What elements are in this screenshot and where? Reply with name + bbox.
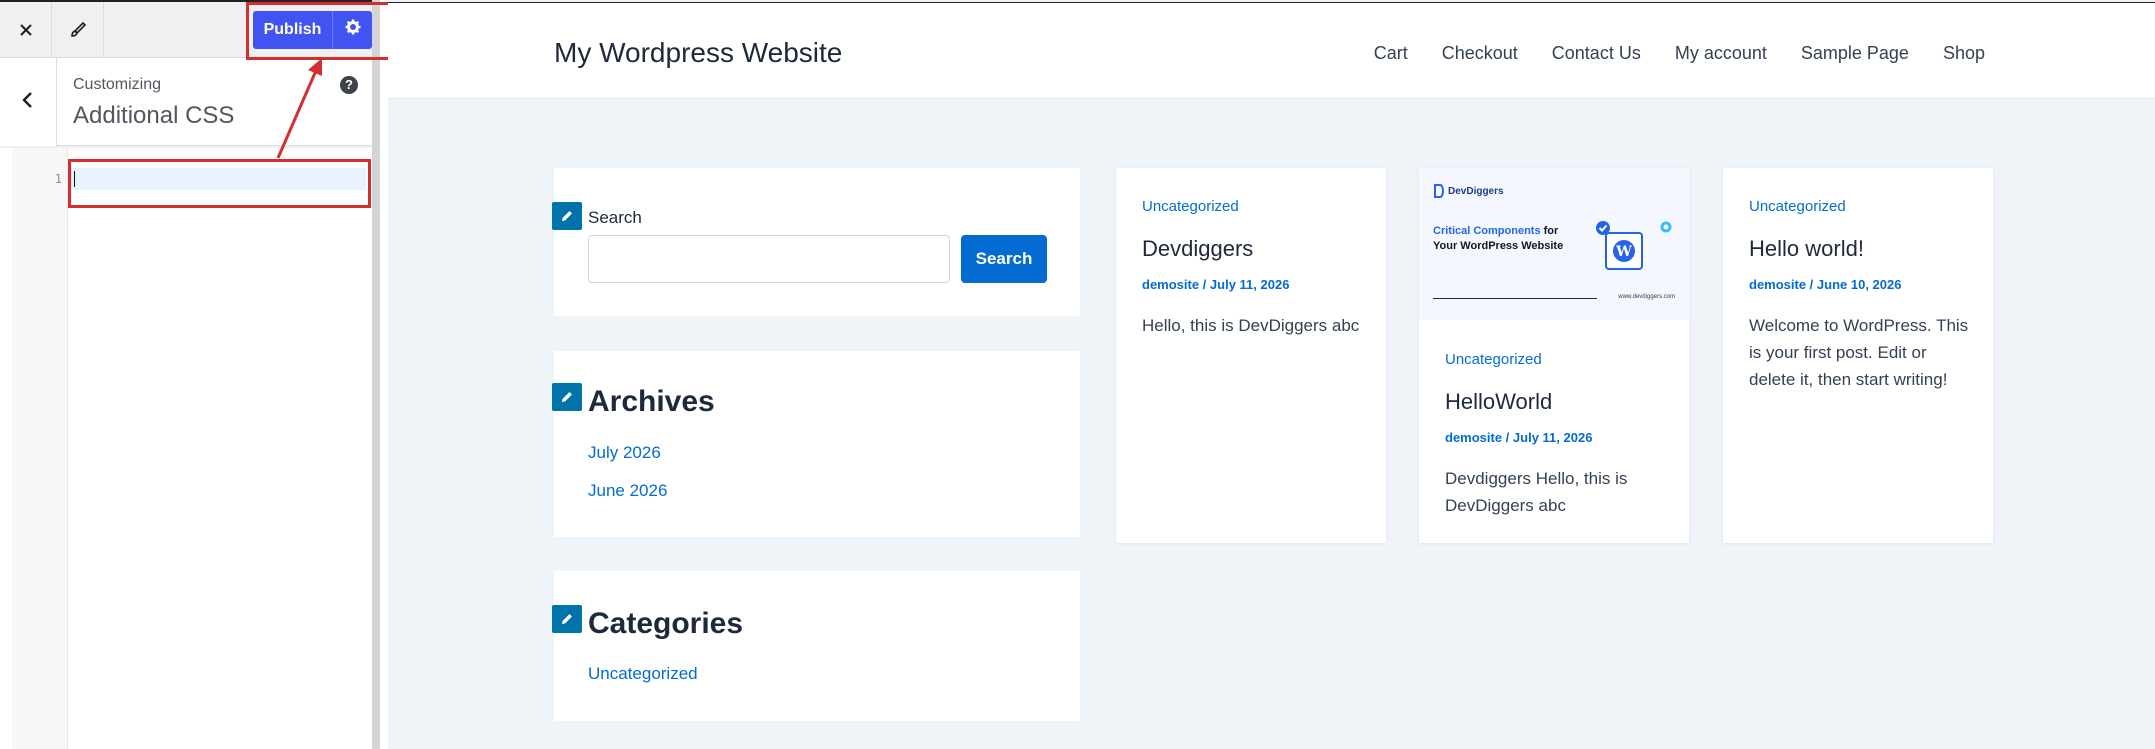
post-title[interactable]: Devdiggers [1142, 236, 1253, 262]
primary-nav: Cart Checkout Contact Us My account Samp… [1374, 43, 1985, 64]
category-link[interactable]: Uncategorized [588, 664, 698, 684]
archives-widget-title: Archives [588, 385, 715, 418]
thumbnail-logo: DevDiggers [1433, 184, 1504, 198]
archive-link[interactable]: July 2026 [588, 443, 661, 463]
paintbrush-icon [69, 21, 87, 39]
checkmark-shield-icon [1596, 221, 1610, 235]
site-title[interactable]: My Wordpress Website [554, 37, 842, 69]
back-button[interactable] [0, 58, 57, 146]
line-number: 1 [54, 172, 62, 186]
post-excerpt: Devdiggers Hello, this is DevDiggers abc [1445, 469, 1628, 515]
thumbnail-headline-accent: Critical Components [1433, 225, 1541, 237]
edit-shortcut-archives[interactable] [552, 383, 582, 411]
css-code-editor[interactable]: 1 [0, 148, 372, 749]
thumbnail-divider [1433, 298, 1597, 299]
site-preview: My Wordpress Website Cart Checkout Conta… [388, 0, 2155, 749]
annotation-box-publish [246, 2, 396, 60]
categories-widget-title: Categories [588, 607, 744, 640]
archives-widget: Archives July 2026 June 2026 [552, 351, 1080, 537]
svg-text:W: W [1615, 244, 1632, 260]
site-header: My Wordpress Website Cart Checkout Conta… [388, 2, 2155, 99]
nav-item-my-account[interactable]: My account [1675, 43, 1767, 64]
nav-item-cart[interactable]: Cart [1374, 43, 1408, 64]
section-title: Additional CSS [73, 102, 235, 129]
wordpress-logo-icon: W [1605, 232, 1643, 270]
search-input[interactable] [588, 235, 950, 283]
nav-item-checkout[interactable]: Checkout [1442, 43, 1518, 64]
post-card: DevDiggers Critical Components for Your … [1419, 168, 1689, 543]
post-card: Uncategorized Hello world! demosite / Ju… [1723, 168, 1993, 543]
devdiggers-logo-icon [1434, 184, 1444, 198]
close-button[interactable] [0, 1, 52, 58]
search-widget: Search Search [552, 168, 1080, 316]
post-excerpt: Hello, this is DevDiggers abc [1142, 316, 1360, 335]
annotation-box-editor [68, 159, 371, 208]
post-meta: demosite / July 11, 2026 [1142, 277, 1290, 292]
section-header: Customizing Additional CSS ? [0, 58, 372, 146]
nav-item-contact-us[interactable]: Contact Us [1552, 43, 1641, 64]
section-heading: Customizing Additional CSS ? [57, 58, 372, 145]
nav-item-shop[interactable]: Shop [1943, 43, 1985, 64]
pencil-icon [562, 392, 572, 402]
gear-icon [1660, 221, 1672, 233]
line-gutter: 1 [12, 148, 68, 749]
archive-link[interactable]: June 2026 [588, 481, 667, 501]
pencil-icon [562, 614, 572, 624]
categories-widget: Categories Uncategorized [552, 571, 1080, 721]
search-button[interactable]: Search [961, 235, 1047, 283]
post-excerpt: Welcome to WordPress. This is your first… [1749, 316, 1969, 389]
chevron-left-icon [21, 91, 35, 114]
post-category[interactable]: Uncategorized [1749, 198, 1846, 215]
thumbnail-headline: Critical Components for Your WordPress W… [1433, 224, 1583, 254]
thumbnail-url: www.devdiggers.com [1618, 294, 1675, 300]
post-category[interactable]: Uncategorized [1445, 351, 1542, 368]
post-meta: demosite / July 11, 2026 [1445, 430, 1593, 445]
thumbnail-brand: DevDiggers [1448, 185, 1504, 197]
customizing-label: Customizing [73, 76, 162, 93]
post-card: Uncategorized Devdiggers demosite / July… [1116, 168, 1386, 543]
pencil-icon [562, 211, 572, 221]
post-thumbnail[interactable]: DevDiggers Critical Components for Your … [1419, 168, 1689, 320]
post-category[interactable]: Uncategorized [1142, 198, 1239, 215]
post-title[interactable]: Hello world! [1749, 236, 1864, 262]
help-icon[interactable]: ? [340, 76, 358, 94]
edit-shortcut-search[interactable] [552, 202, 582, 230]
customize-design-button[interactable] [52, 1, 104, 58]
customizer-sidebar: Publish Customizing Additional CSS ? 1 [0, 0, 380, 749]
nav-item-sample-page[interactable]: Sample Page [1801, 43, 1909, 64]
post-meta: demosite / June 10, 2026 [1749, 277, 1902, 292]
close-icon [18, 22, 34, 38]
post-title[interactable]: HelloWorld [1445, 389, 1552, 415]
search-widget-title: Search [588, 208, 642, 227]
edit-shortcut-categories[interactable] [552, 605, 582, 633]
